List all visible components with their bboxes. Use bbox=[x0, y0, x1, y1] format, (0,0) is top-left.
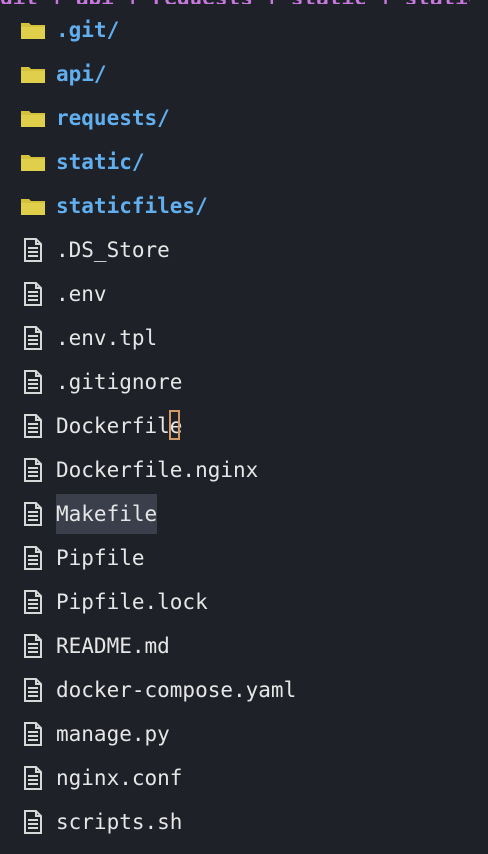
tree-file-row[interactable]: scripts.sh bbox=[20, 800, 488, 844]
file-icon bbox=[20, 810, 46, 834]
folder-icon bbox=[20, 150, 46, 174]
file-name: Dockerfile bbox=[56, 406, 182, 446]
tree-file-row[interactable]: Dockerfile bbox=[20, 404, 488, 448]
tree-file-row[interactable]: docker-compose.yaml bbox=[20, 668, 488, 712]
folder-name: .git/ bbox=[56, 18, 120, 42]
file-name: Pipfile.lock bbox=[56, 590, 208, 614]
folder-name: requests/ bbox=[56, 106, 170, 130]
tree-file-row[interactable]: .gitignore bbox=[20, 360, 488, 404]
tree-file-row[interactable]: .DS_Store bbox=[20, 228, 488, 272]
folder-icon bbox=[20, 18, 46, 42]
tree-file-row[interactable]: Dockerfile.nginx bbox=[20, 448, 488, 492]
file-name: .DS_Store bbox=[56, 238, 170, 262]
file-icon bbox=[20, 590, 46, 614]
folder-name: static/ bbox=[56, 150, 145, 174]
file-name: docker-compose.yaml bbox=[56, 678, 297, 702]
tree-file-row[interactable]: Pipfile.lock bbox=[20, 580, 488, 624]
tree-file-row[interactable]: manage.py bbox=[20, 712, 488, 756]
tree-file-row[interactable]: README.md bbox=[20, 624, 488, 668]
file-name: README.md bbox=[56, 634, 170, 658]
folder-icon bbox=[20, 106, 46, 130]
file-icon bbox=[20, 546, 46, 570]
file-icon bbox=[20, 502, 46, 526]
file-icon bbox=[20, 678, 46, 702]
file-icon bbox=[20, 414, 46, 438]
tree-folder-row[interactable]: staticfiles/ bbox=[20, 184, 488, 228]
file-icon bbox=[20, 634, 46, 658]
file-icon bbox=[20, 766, 46, 790]
file-name: .gitignore bbox=[56, 370, 183, 394]
tree-file-row[interactable]: nginx.conf bbox=[20, 756, 488, 800]
file-tree: git + api + requests + static + staticfi… bbox=[0, 0, 488, 854]
tree-folder-row[interactable]: requests/ bbox=[20, 96, 488, 140]
folder-icon bbox=[20, 62, 46, 86]
file-icon bbox=[20, 370, 46, 394]
file-tree-rows: .git/ api/ requests/ static/ staticfiles… bbox=[20, 8, 488, 844]
file-name: scripts.sh bbox=[56, 810, 183, 834]
tree-folder-row[interactable]: api/ bbox=[20, 52, 488, 96]
folder-icon bbox=[20, 194, 46, 218]
file-icon bbox=[20, 238, 46, 262]
tree-file-row[interactable]: Makefile bbox=[20, 492, 488, 536]
file-name: Makefile bbox=[56, 494, 158, 534]
folder-name: api/ bbox=[56, 62, 107, 86]
file-name: .env bbox=[56, 282, 107, 306]
tree-file-row[interactable]: .env.tpl bbox=[20, 316, 488, 360]
file-name: .env.tpl bbox=[56, 326, 158, 350]
text-cursor bbox=[169, 410, 181, 440]
file-name: Pipfile bbox=[56, 546, 145, 570]
tree-folder-row[interactable]: .git/ bbox=[20, 8, 488, 52]
file-icon bbox=[20, 458, 46, 482]
folder-name: staticfiles/ bbox=[56, 194, 208, 218]
file-name: nginx.conf bbox=[56, 766, 183, 790]
file-name: manage.py bbox=[56, 722, 170, 746]
file-icon bbox=[20, 722, 46, 746]
tree-folder-row[interactable]: static/ bbox=[20, 140, 488, 184]
clipped-path-header: git + api + requests + static + staticfi… bbox=[0, 0, 470, 4]
file-icon bbox=[20, 326, 46, 350]
file-icon bbox=[20, 282, 46, 306]
tree-file-row[interactable]: Pipfile bbox=[20, 536, 488, 580]
file-name: Dockerfile.nginx bbox=[56, 458, 259, 482]
tree-file-row[interactable]: .env bbox=[20, 272, 488, 316]
